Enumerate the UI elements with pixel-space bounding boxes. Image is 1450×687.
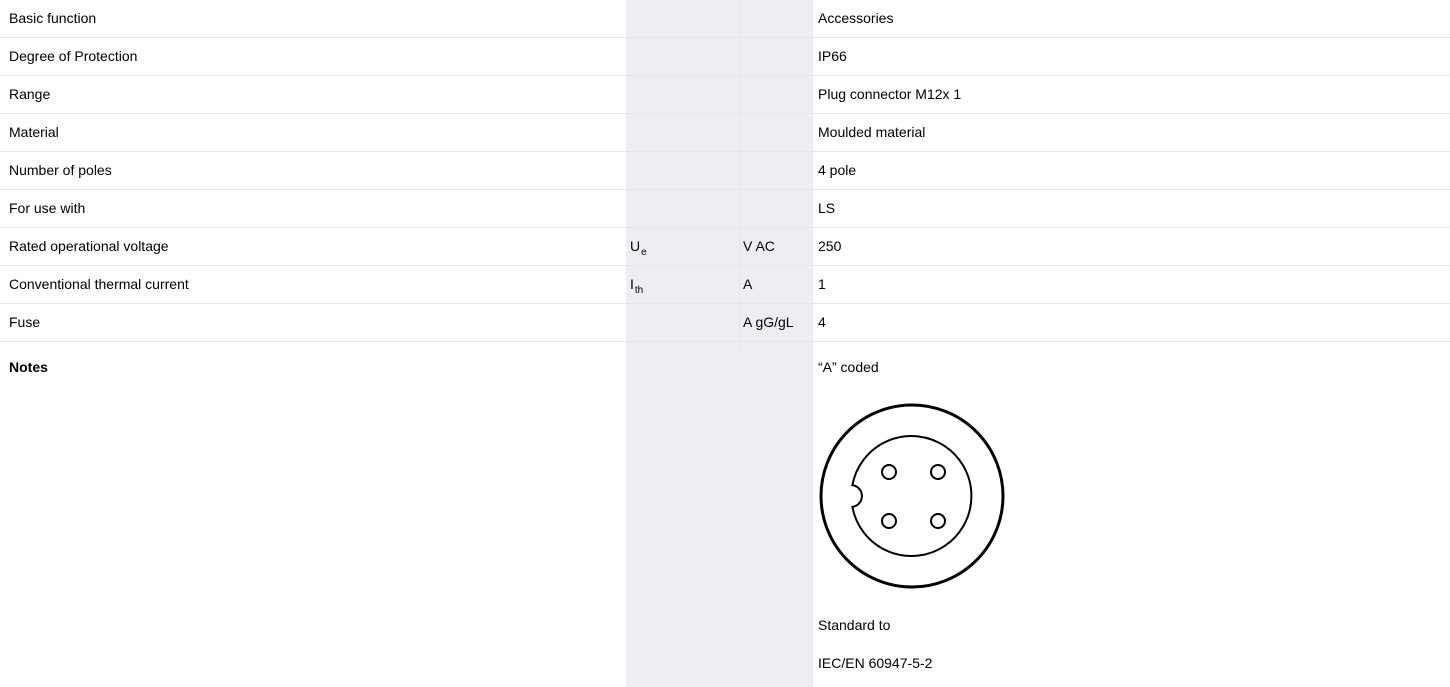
property-unit: V AC bbox=[743, 238, 775, 254]
specification-table: Basic function Accessories Degree of Pro… bbox=[0, 0, 1450, 342]
symbol-subscript: th bbox=[634, 285, 644, 296]
property-name: For use with bbox=[9, 200, 86, 216]
symbol-base: I bbox=[630, 276, 634, 292]
table-row: Degree of Protection IP66 bbox=[0, 38, 1450, 76]
property-value: Plug connector M12x 1 bbox=[818, 86, 962, 102]
table-row: Number of poles 4 pole bbox=[0, 152, 1450, 190]
symbol-subscript: e bbox=[641, 247, 647, 258]
table-row: Rated operational voltage Ue V AC 250 bbox=[0, 228, 1450, 266]
property-name: Number of poles bbox=[9, 162, 112, 178]
standard-reference: IEC/EN 60947-5-2 bbox=[818, 655, 933, 671]
standard-label: Standard to bbox=[818, 617, 891, 633]
property-value: 4 pole bbox=[818, 162, 857, 178]
property-name: Degree of Protection bbox=[9, 48, 138, 64]
table-row: Conventional thermal current Ith A 1 bbox=[0, 266, 1450, 304]
table-row: Fuse A gG/gL 4 bbox=[0, 304, 1450, 342]
property-name: Rated operational voltage bbox=[9, 238, 169, 254]
property-symbol: Ue bbox=[630, 228, 647, 265]
property-value: IP66 bbox=[818, 48, 847, 64]
symbol-base: U bbox=[630, 238, 641, 254]
property-value: LS bbox=[818, 200, 836, 216]
property-value: Accessories bbox=[818, 10, 894, 26]
table-row: For use with LS bbox=[0, 190, 1450, 228]
property-value: Moulded material bbox=[818, 124, 926, 140]
m12-connector-diagram-icon bbox=[818, 402, 1006, 590]
table-row: Range Plug connector M12x 1 bbox=[0, 76, 1450, 114]
table-row: Material Moulded material bbox=[0, 114, 1450, 152]
property-name: Basic function bbox=[9, 10, 97, 26]
property-value: 1 bbox=[818, 276, 826, 292]
notes-label: Notes bbox=[9, 359, 48, 375]
table-row: Basic function Accessories bbox=[0, 0, 1450, 38]
property-value: 250 bbox=[818, 238, 842, 254]
property-name: Fuse bbox=[9, 314, 41, 330]
property-symbol: Ith bbox=[630, 266, 643, 303]
property-name: Material bbox=[9, 124, 59, 140]
property-value: 4 bbox=[818, 314, 826, 330]
property-name: Conventional thermal current bbox=[9, 276, 189, 292]
notes-coding-text: “A” coded bbox=[818, 359, 879, 375]
property-unit: A bbox=[743, 276, 753, 292]
property-unit: A gG/gL bbox=[743, 314, 794, 330]
property-name: Range bbox=[9, 86, 51, 102]
